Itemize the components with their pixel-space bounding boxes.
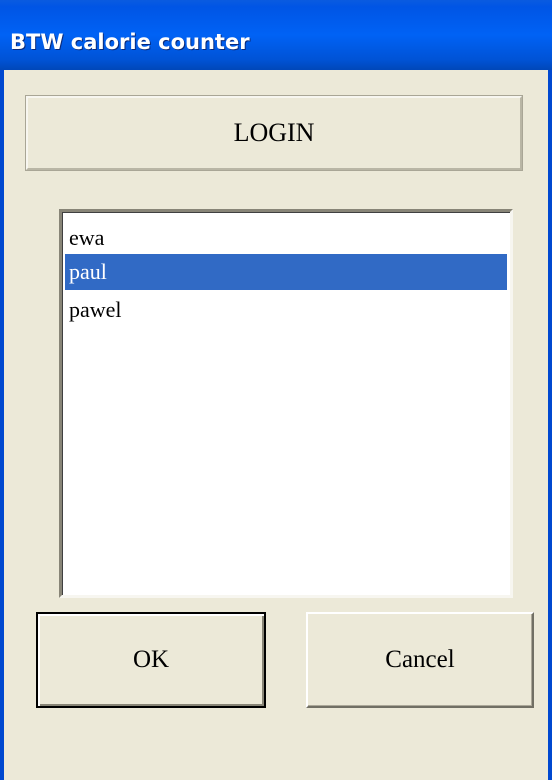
window-border-right (548, 70, 552, 780)
title-bar[interactable]: BTW calorie counter (0, 0, 552, 70)
login-header-label: LOGIN (233, 118, 315, 147)
user-list-item[interactable]: ewa (65, 220, 507, 256)
user-listbox[interactable]: ewa paul pawel (59, 209, 513, 598)
ok-button[interactable]: OK (36, 612, 266, 708)
app-window: BTW calorie counter LOGIN ewa paul pawel… (0, 0, 552, 780)
window-border-left (0, 70, 4, 780)
user-list-item[interactable]: pawel (65, 292, 507, 328)
user-list-item-selected[interactable]: paul (65, 254, 507, 290)
window-title: BTW calorie counter (10, 30, 250, 54)
login-header: LOGIN (25, 95, 523, 171)
cancel-button[interactable]: Cancel (306, 612, 534, 708)
